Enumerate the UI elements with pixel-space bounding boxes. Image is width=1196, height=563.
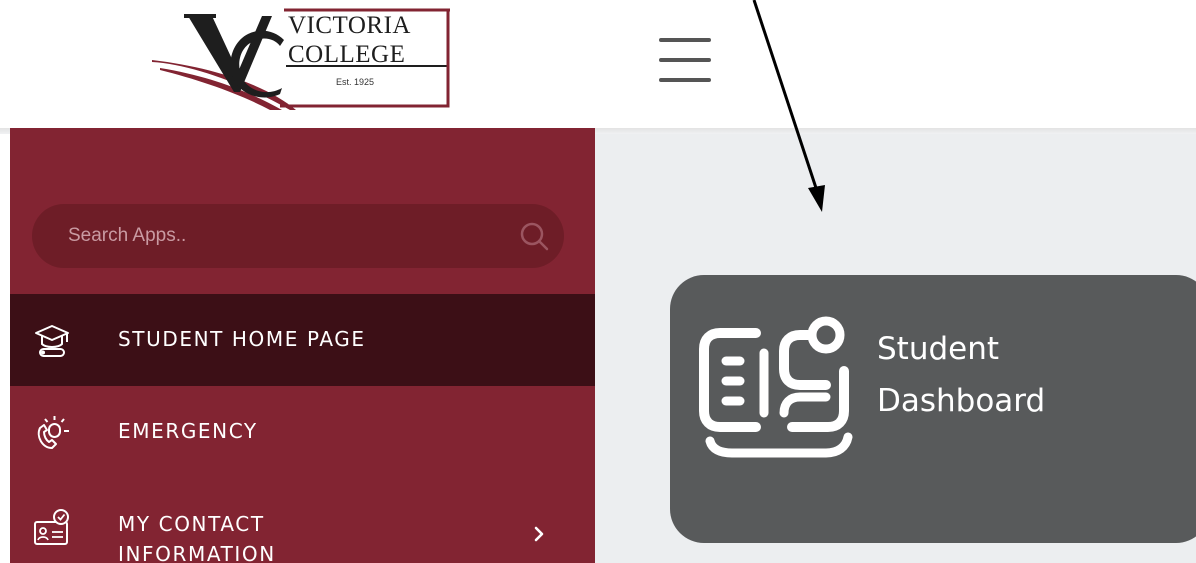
sidebar-item-student-home-page[interactable]: STUDENT HOME PAGE	[10, 294, 595, 386]
menu-line-middle	[659, 58, 711, 62]
tile-student-dashboard[interactable]: Student Dashboard	[670, 275, 1196, 543]
logo-established: Est. 1925	[336, 77, 375, 87]
chevron-right-icon[interactable]	[531, 523, 547, 545]
logo-text-college: COLLEGE	[288, 41, 406, 68]
graduation-cap-icon	[35, 325, 69, 357]
search-icon[interactable]	[516, 218, 552, 254]
menu-line-top	[659, 38, 711, 42]
tile-label-line1: Student	[877, 331, 1000, 367]
contact-card-icon	[34, 509, 69, 545]
victoria-college-logo[interactable]: VICTORIA COLLEGE Est. 1925	[150, 6, 460, 112]
dashboard-icon	[699, 316, 853, 458]
sidebar-item-label: STUDENT HOME PAGE	[118, 327, 366, 351]
search-box[interactable]	[32, 204, 564, 268]
sidebar-item-label-line1: MY CONTACT	[118, 512, 265, 536]
search-apps-input[interactable]	[68, 222, 488, 250]
header-bar: VICTORIA COLLEGE Est. 1925	[0, 0, 1196, 128]
hamburger-menu-icon[interactable]	[653, 30, 719, 90]
sidebar-item-emergency[interactable]: EMERGENCY	[10, 386, 595, 478]
tile-label-line2: Dashboard	[877, 383, 1046, 419]
tile-label: Student Dashboard	[877, 323, 1196, 427]
menu-line-bottom	[659, 78, 711, 82]
sidebar-item-label-line2: INFORMATION	[118, 542, 276, 563]
sidebar-item-my-contact-information[interactable]: MY CONTACT INFORMATION	[10, 478, 595, 563]
sidebar: STUDENT HOME PAGE EMERGENCY MY CONTACT I…	[10, 128, 595, 563]
emergency-phone-icon	[37, 416, 69, 449]
logo-text-victoria: VICTORIA	[288, 12, 411, 39]
main-content: Student Dashboard	[595, 134, 1196, 563]
sidebar-item-label: EMERGENCY	[118, 419, 258, 443]
